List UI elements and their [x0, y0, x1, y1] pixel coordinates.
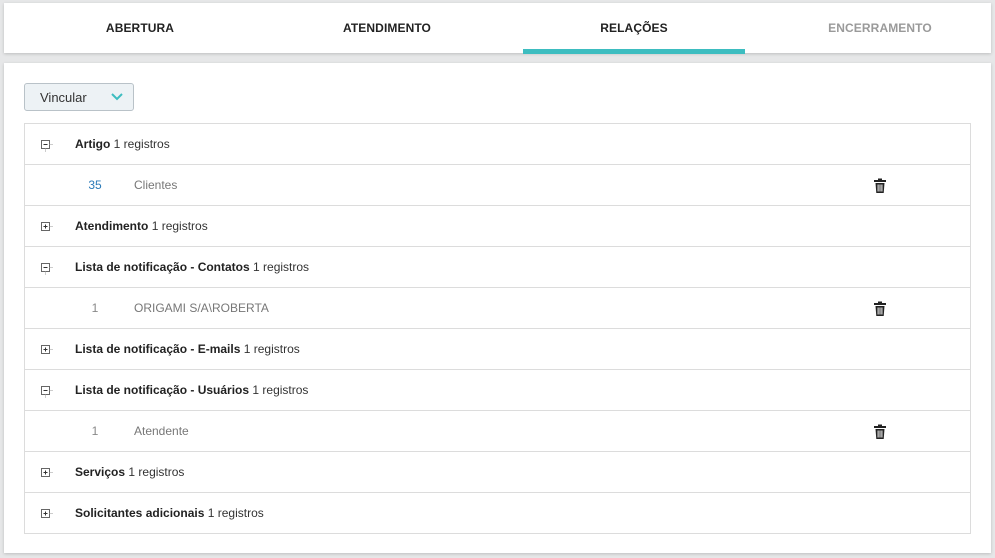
vincular-label: Vincular: [40, 89, 87, 105]
group-name: Lista de notificação - Contatos: [75, 260, 250, 274]
group-count: 1 registros: [128, 465, 185, 479]
group-count: 1 registros: [113, 137, 170, 151]
trash-icon[interactable]: [873, 301, 887, 317]
group-count: 1 registros: [243, 342, 300, 356]
chevron-down-icon: [111, 93, 123, 101]
group-row-usuarios: Lista de notificação - Usuários 1 regist…: [24, 370, 971, 411]
group-name: Serviços: [75, 465, 126, 479]
plus-box-icon[interactable]: [39, 466, 53, 480]
item-label: Clientes: [134, 178, 178, 192]
group-count: 1 registros: [253, 260, 310, 274]
group-row-artigo: Artigo 1 registros: [24, 124, 971, 165]
group-title: Lista de notificação - E-mails 1 registr…: [75, 342, 300, 356]
group-name: Solicitantes adicionais: [75, 506, 205, 520]
group-name: Lista de notificação - E-mails: [75, 342, 241, 356]
list-item: 35 Clientes: [24, 165, 971, 206]
plus-box-icon[interactable]: [39, 220, 53, 234]
group-row-solicitantes: Solicitantes adicionais 1 registros: [24, 493, 971, 534]
tab-abertura-label: ABERTURA: [105, 21, 175, 35]
item-id: 1: [91, 424, 99, 438]
trash-icon[interactable]: [873, 424, 887, 440]
group-title: Lista de notificação - Contatos 1 regist…: [75, 260, 309, 274]
relations-list: Artigo 1 registros 35 Clientes Atendimen…: [24, 123, 971, 534]
minus-box-icon[interactable]: [39, 384, 53, 398]
group-name: Atendimento: [75, 219, 149, 233]
minus-box-icon[interactable]: [39, 261, 53, 275]
tab-bar: ABERTURA ATENDIMENTO RELAÇÕES ENCERRAMEN…: [4, 3, 991, 54]
tab-encerramento-label: ENCERRAMENTO: [828, 21, 932, 35]
group-name: Artigo: [75, 137, 111, 151]
plus-box-icon[interactable]: [39, 507, 53, 521]
group-row-servicos: Serviços 1 registros: [24, 452, 971, 493]
item-label: ORIGAMI S/A\ROBERTA: [134, 301, 269, 315]
group-count: 1 registros: [151, 219, 208, 233]
group-title: Atendimento 1 registros: [75, 219, 208, 233]
group-title: Serviços 1 registros: [75, 465, 184, 479]
group-row-contatos: Lista de notificação - Contatos 1 regist…: [24, 247, 971, 288]
vincular-dropdown[interactable]: Vincular: [24, 83, 134, 111]
group-count: 1 registros: [252, 383, 309, 397]
tab-encerramento[interactable]: ENCERRAMENTO: [769, 3, 991, 53]
tab-atendimento[interactable]: ATENDIMENTO: [276, 3, 498, 53]
tab-abertura[interactable]: ABERTURA: [29, 3, 251, 53]
group-title: Artigo 1 registros: [75, 137, 170, 151]
group-count: 1 registros: [207, 506, 264, 520]
tab-atendimento-label: ATENDIMENTO: [343, 21, 431, 35]
group-title: Lista de notificação - Usuários 1 regist…: [75, 383, 308, 397]
item-id-link[interactable]: 35: [75, 178, 115, 192]
group-title: Solicitantes adicionais 1 registros: [75, 506, 264, 520]
list-item: 1 ORIGAMI S/A\ROBERTA: [24, 288, 971, 329]
minus-box-icon[interactable]: [39, 138, 53, 152]
item-id: 1: [91, 301, 99, 315]
list-item: 1 Atendente: [24, 411, 971, 452]
trash-icon[interactable]: [873, 178, 887, 194]
group-row-atendimento: Atendimento 1 registros: [24, 206, 971, 247]
group-row-emails: Lista de notificação - E-mails 1 registr…: [24, 329, 971, 370]
item-label: Atendente: [134, 424, 189, 438]
relations-panel: Vincular Artigo 1 registros 35 Clientes: [4, 63, 991, 553]
group-name: Lista de notificação - Usuários: [75, 383, 250, 397]
tab-relacoes[interactable]: RELAÇÕES: [523, 3, 745, 54]
plus-box-icon[interactable]: [39, 343, 53, 357]
tab-relacoes-label: RELAÇÕES: [600, 21, 668, 35]
